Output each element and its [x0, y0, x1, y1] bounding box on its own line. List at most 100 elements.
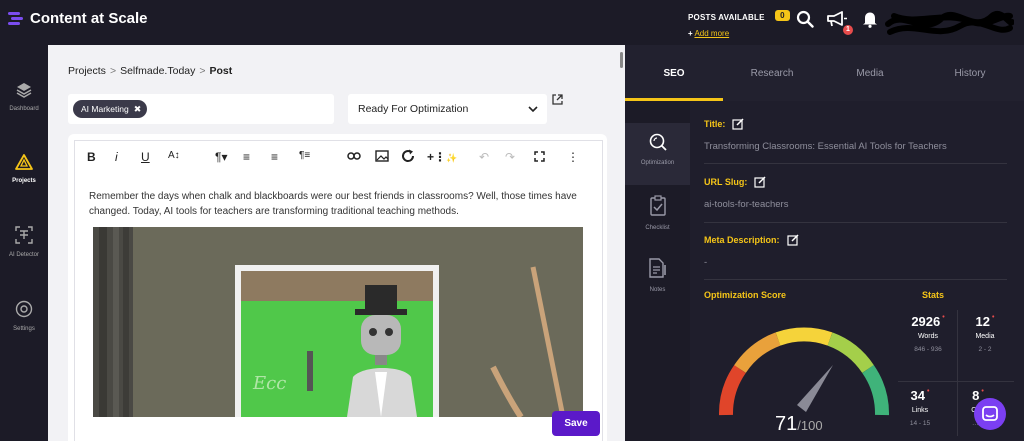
stat-links: 34 • Links 14 - 15: [909, 388, 931, 427]
sidebar-item-label: Projects: [12, 178, 36, 184]
app-logo[interactable]: Content at Scale: [6, 9, 148, 27]
right-tabs: SEO Research Media History: [625, 45, 1024, 101]
redacted-user-area: [885, 11, 1014, 35]
fullscreen-icon[interactable]: [534, 151, 545, 162]
notes-icon: [648, 258, 666, 278]
breadcrumb-post: Post: [209, 65, 233, 77]
undo-icon[interactable]: ↶: [479, 150, 489, 164]
sidebar-item-projects[interactable]: Projects: [0, 153, 48, 184]
status-selected: Ready For Optimization: [358, 103, 469, 115]
font-size-button[interactable]: A↕: [168, 150, 180, 161]
sidebar-item-label: AI Detector: [8, 252, 39, 258]
post-image[interactable]: Ecc: [93, 227, 583, 417]
notification-count: 1: [843, 25, 853, 35]
ai-detector-icon: [15, 226, 33, 244]
meta-value: -: [704, 257, 708, 268]
edit-icon[interactable]: [732, 118, 744, 130]
optimization-score: 71/100: [775, 413, 823, 435]
italic-button[interactable]: i: [115, 150, 118, 164]
edit-icon[interactable]: [786, 234, 799, 246]
checklist-icon: [649, 195, 666, 216]
gear-icon: [15, 300, 33, 318]
chat-icon: [982, 406, 998, 421]
rail-item-label: Optimization: [640, 160, 675, 166]
stat-words: 2926 • Words 846 - 936: [911, 314, 945, 353]
optimization-gauge: [719, 327, 889, 416]
robot-teacher-image: Ecc: [93, 227, 583, 417]
refresh-icon[interactable]: [401, 149, 415, 163]
more-options-icon[interactable]: ⋮: [567, 150, 579, 164]
breadcrumb-selfmade[interactable]: Selfmade.Today: [120, 65, 195, 77]
post-paragraph[interactable]: Remember the days when chalk and blackbo…: [89, 189, 599, 219]
insert-ai-button[interactable]: +⋮✨: [427, 150, 457, 164]
stat-media: 12 • Media 2 - 2: [975, 314, 995, 353]
gauge-needle: [797, 365, 833, 412]
redo-icon[interactable]: ↷: [505, 150, 515, 164]
external-link-icon[interactable]: [552, 94, 563, 105]
image-icon[interactable]: [375, 150, 389, 162]
seo-panel: SEO Research Media History Optimization …: [625, 45, 1024, 441]
rail-item-notes[interactable]: Notes: [625, 257, 690, 293]
tab-history[interactable]: History: [921, 68, 1019, 79]
seo-slug-field: URL Slug: ai-tools-for-teachers: [704, 176, 1007, 223]
edit-icon[interactable]: [754, 176, 766, 188]
title-label: Title:: [704, 119, 726, 129]
stats-divider: [957, 310, 958, 436]
text-direction-button[interactable]: ¶≡: [299, 150, 310, 161]
tab-media[interactable]: Media: [821, 68, 919, 79]
stats-title: Stats: [922, 290, 945, 300]
breadcrumb: Projects > Selfmade.Today > Post: [68, 65, 233, 77]
save-button[interactable]: Save: [552, 411, 600, 436]
bold-button[interactable]: B: [87, 150, 96, 164]
align-center-button[interactable]: ≡: [271, 150, 278, 164]
paragraph-format-button[interactable]: ¶▾: [215, 150, 227, 164]
left-sidebar: Dashboard Projects AI Detector Settings: [0, 45, 48, 441]
tab-research[interactable]: Research: [723, 68, 821, 79]
underline-button[interactable]: U: [141, 150, 150, 164]
rail-item-label: Checklist: [645, 225, 670, 231]
app-name: Content at Scale: [30, 9, 148, 27]
rich-text-editor: B i U A↕ ¶▾ ≡ ≡ ¶≡ +⋮✨ ↶ ↷ ⋮ Remember th…: [68, 134, 607, 441]
sidebar-item-ai-detector[interactable]: AI Detector: [0, 225, 48, 258]
breadcrumb-projects[interactable]: Projects: [68, 65, 106, 77]
editor-toolbar: B i U A↕ ¶▾ ≡ ≡ ¶≡ +⋮✨ ↶ ↷ ⋮: [75, 141, 602, 173]
seo-rail: Optimization Checklist Notes: [625, 101, 690, 441]
add-more-link[interactable]: Add more: [694, 29, 729, 38]
bell-icon[interactable]: [862, 10, 878, 28]
rail-item-checklist[interactable]: Checklist: [625, 195, 690, 231]
magnifier-icon: [649, 133, 667, 151]
tags-input[interactable]: AI Marketing ✖: [68, 94, 334, 124]
sidebar-item-dashboard[interactable]: Dashboard: [0, 81, 48, 112]
align-left-button[interactable]: ≡: [243, 150, 250, 164]
slug-label: URL Slug:: [704, 177, 748, 187]
seo-meta-field: Meta Description: -: [704, 234, 1007, 280]
chat-launcher-button[interactable]: [974, 398, 1006, 430]
editor-scrollbar[interactable]: [620, 52, 623, 68]
link-icon[interactable]: [347, 151, 361, 161]
posts-available: POSTS AVAILABLE 0 + Add more: [688, 7, 790, 38]
post-editor-panel: Projects > Selfmade.Today > Post AI Marketin…: [48, 45, 625, 441]
search-icon[interactable]: [796, 10, 814, 28]
rail-item-optimization[interactable]: Optimization: [625, 123, 690, 185]
warning-triangle-icon: [15, 154, 33, 170]
optimization-score-title: Optimization Score: [704, 290, 787, 300]
svg-text:Ecc: Ecc: [252, 373, 286, 394]
stats-divider: [898, 381, 1014, 382]
top-bar: Content at Scale POSTS AVAILABLE 0 + Add…: [0, 0, 1024, 45]
posts-available-label: POSTS AVAILABLE: [688, 13, 765, 22]
layers-icon: [16, 83, 32, 98]
meta-label: Meta Description:: [704, 235, 780, 245]
tag-pill: AI Marketing ✖: [73, 100, 148, 118]
tag-label: AI Marketing: [81, 104, 129, 114]
tab-seo[interactable]: SEO: [625, 68, 723, 79]
add-more-prefix: +: [688, 29, 693, 38]
tag-remove-icon[interactable]: ✖: [134, 100, 142, 118]
chevron-down-icon: [528, 106, 538, 113]
rail-item-label: Notes: [649, 287, 666, 293]
logo-icon: [6, 9, 24, 27]
sidebar-item-settings[interactable]: Settings: [0, 299, 48, 332]
seo-title-field: Title: Transforming Classrooms: Essentia…: [704, 118, 1007, 164]
sidebar-item-label: Dashboard: [9, 106, 39, 112]
status-select[interactable]: Ready For Optimization: [348, 94, 547, 124]
sidebar-item-label: Settings: [13, 326, 35, 332]
